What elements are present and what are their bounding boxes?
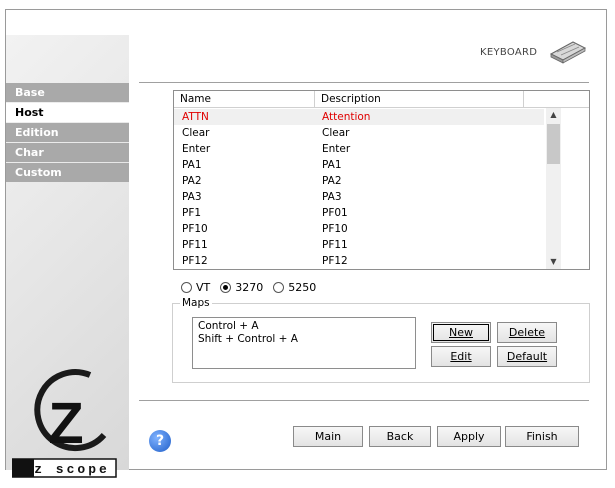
column-header-description[interactable]: Description (315, 91, 524, 108)
column-header-empty (524, 91, 589, 108)
terminal-type-group: VT 3270 5250 (181, 279, 316, 295)
new-button[interactable]: New (431, 322, 491, 343)
table-row[interactable]: Clear Clear (174, 125, 544, 141)
table-row[interactable]: PF12 PF12 (174, 253, 544, 269)
finish-button[interactable]: Finish (505, 426, 579, 447)
sidebar-item-base[interactable]: Base (6, 83, 129, 102)
sidebar-item-custom[interactable]: Custom (6, 163, 129, 182)
keys-table[interactable]: Name Description ATTN Attention Clear Clea… (173, 90, 590, 270)
scroll-down-icon[interactable]: ▼ (546, 255, 561, 269)
table-row[interactable]: Enter Enter (174, 141, 544, 157)
radio-5250-label[interactable]: 5250 (288, 281, 316, 294)
radio-vt-label[interactable]: VT (196, 281, 210, 294)
sidebar-item-char[interactable]: Char (6, 143, 129, 162)
radio-vt[interactable] (181, 281, 192, 293)
table-scrollbar[interactable]: ▲ ▼ (546, 108, 561, 269)
help-icon[interactable]: ? (149, 430, 171, 452)
maps-list[interactable]: Control + A Shift + Control + A (192, 317, 416, 369)
back-button[interactable]: Back (369, 426, 431, 447)
column-header-name[interactable]: Name (174, 91, 315, 108)
table-row[interactable]: PF10 PF10 (174, 221, 544, 237)
sidebar: Base Host Edition Char Custom Z z scope (6, 35, 129, 478)
keyboard-icon (549, 41, 587, 64)
table-row[interactable]: PA2 PA2 (174, 173, 544, 189)
sidebar-item-host[interactable]: Host (6, 103, 129, 122)
main-button[interactable]: Main (293, 426, 363, 447)
logo-letter: Z (48, 391, 83, 456)
table-row[interactable]: PF1 PF01 (174, 205, 544, 221)
table-row[interactable]: PA1 PA1 (174, 157, 544, 173)
logo-text: z scope (34, 462, 110, 477)
apply-button[interactable]: Apply (437, 426, 501, 447)
sidebar-item-edition[interactable]: Edition (6, 123, 129, 142)
radio-5250[interactable] (273, 281, 285, 293)
table-row[interactable]: PF11 PF11 (174, 237, 544, 253)
scroll-up-icon[interactable]: ▲ (546, 108, 561, 122)
table-row[interactable]: ATTN Attention (174, 109, 544, 125)
maps-legend: Maps (180, 297, 212, 309)
radio-3270-label[interactable]: 3270 (235, 281, 263, 294)
keyboard-label: KEYBOARD (480, 47, 538, 58)
radio-3270[interactable] (220, 281, 232, 293)
table-row[interactable]: PA3 PA3 (174, 189, 544, 205)
edit-button[interactable]: Edit (431, 346, 491, 367)
delete-button[interactable]: Delete (497, 322, 557, 343)
default-button[interactable]: Default (497, 346, 557, 367)
scroll-thumb[interactable] (547, 124, 560, 164)
footer-divider (139, 400, 589, 401)
header-divider (139, 82, 589, 83)
zscope-logo: Z z scope (11, 365, 124, 485)
list-item[interactable]: Control + A (198, 320, 410, 333)
list-item[interactable]: Shift + Control + A (198, 333, 410, 346)
